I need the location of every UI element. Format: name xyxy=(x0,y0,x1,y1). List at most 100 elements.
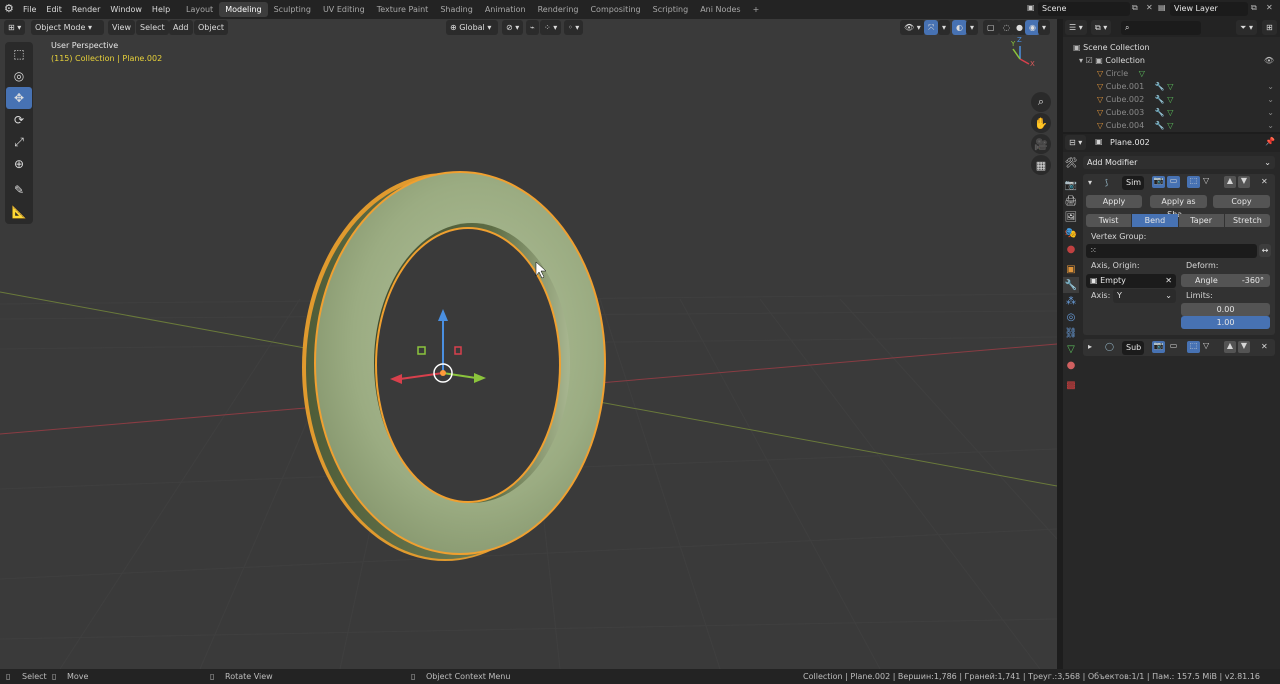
close-icon[interactable]: ✕ xyxy=(1261,177,1268,186)
gizmo-dropdown-icon[interactable]: ▾ xyxy=(938,20,951,35)
proportional-edit-icon[interactable]: ◦ ▾ xyxy=(564,20,584,35)
editor-type-icon[interactable]: ⊞ ▾ xyxy=(4,20,26,35)
filter-icon[interactable]: ⏷ ▾ xyxy=(1236,20,1257,35)
overlay-toggle-icon[interactable]: ◐ xyxy=(952,20,967,35)
render-camera-toggle-icon[interactable]: 📷 xyxy=(1152,176,1165,188)
tab-layout[interactable]: Layout xyxy=(180,2,219,17)
cursor-tool[interactable]: ◎ xyxy=(6,65,32,87)
measure-tool[interactable]: 📐 xyxy=(6,201,32,223)
mode-taper-button[interactable]: Taper xyxy=(1178,214,1224,227)
limit-low-field[interactable]: 0.00 xyxy=(1181,303,1270,316)
outliner-item[interactable]: ▽ Cube.004 🔧 ▽ ⌄ xyxy=(1073,119,1280,132)
world-tab-icon[interactable]: ● xyxy=(1063,241,1079,257)
view-layer-tab-icon[interactable]: 🖼 xyxy=(1063,209,1079,225)
snap-target-icon[interactable]: ⁘ ▾ xyxy=(540,20,562,35)
outliner-item[interactable]: ▽ Cube.002 🔧 ▽ ⌄ xyxy=(1073,93,1280,106)
shading-dropdown-icon[interactable]: ▾ xyxy=(1038,20,1051,35)
new-collection-icon[interactable]: ⊞ xyxy=(1262,20,1277,35)
realtime-display-toggle-icon[interactable]: ▭ xyxy=(1167,341,1180,353)
edit-mode-toggle-icon[interactable]: ⬚ xyxy=(1187,176,1200,188)
axis-x-label[interactable]: X xyxy=(1030,60,1035,68)
view-layer-field[interactable]: View Layer xyxy=(1170,2,1248,16)
realtime-display-toggle-icon[interactable]: ▭ xyxy=(1167,176,1180,188)
outliner-collection[interactable]: ▾ ☑ ▣ Collection 👁 xyxy=(1073,54,1280,67)
gizmo-toggle-icon[interactable]: ⤧ xyxy=(924,20,939,35)
copy-button[interactable]: Copy xyxy=(1213,195,1270,208)
pivot-icon[interactable]: ⊘ ▾ xyxy=(502,20,524,35)
outliner-editor-icon[interactable]: ☰ ▾ xyxy=(1065,20,1087,35)
invert-arrows-icon[interactable]: ↔ xyxy=(1259,244,1271,257)
outliner-search-input[interactable]: ⌕ xyxy=(1121,21,1201,35)
menu-object[interactable]: Object xyxy=(194,20,229,35)
chevron-down-icon[interactable]: ⌄ xyxy=(1267,80,1274,93)
checkbox-icon[interactable]: ☑ xyxy=(1086,56,1096,65)
blender-logo-icon[interactable]: ⚙ xyxy=(4,2,14,15)
view-layer-icon[interactable]: ▤ xyxy=(1158,3,1166,12)
tab-texture-paint[interactable]: Texture Paint xyxy=(371,2,435,17)
tab-compositing[interactable]: Compositing xyxy=(584,2,646,17)
tab-uv-editing[interactable]: UV Editing xyxy=(317,2,371,17)
axis-y-label[interactable]: Y xyxy=(1011,40,1015,48)
render-tab-icon[interactable]: 📷 xyxy=(1063,177,1079,193)
xray-icon[interactable]: ▢ xyxy=(983,20,999,35)
mode-bend-button[interactable]: Bend xyxy=(1132,214,1178,227)
tab-ani-nodes[interactable]: Ani Nodes xyxy=(694,2,746,17)
menu-view[interactable]: View xyxy=(108,20,135,35)
expand-arrow-icon[interactable]: ▸ xyxy=(1088,342,1092,351)
view-layer-close-icon[interactable]: ✕ xyxy=(1266,3,1273,12)
apply-button[interactable]: Apply xyxy=(1086,195,1142,208)
on-cage-toggle-icon[interactable]: ▽ xyxy=(1203,341,1209,350)
menu-window[interactable]: Window xyxy=(105,0,147,19)
limit-high-field[interactable]: 1.00 xyxy=(1181,316,1270,329)
mode-dropdown[interactable]: Object Mode ▾ xyxy=(31,20,104,35)
outliner-item[interactable]: ▽ Cube.001 🔧 ▽ ⌄ xyxy=(1073,80,1280,93)
physics-tab-icon[interactable]: ◎ xyxy=(1063,309,1079,325)
pin-icon[interactable]: 📌 xyxy=(1265,137,1275,146)
add-modifier-dropdown[interactable]: Add Modifier ⌄ xyxy=(1083,156,1275,169)
annotate-tool[interactable]: ✎ xyxy=(6,179,32,201)
tab-shading[interactable]: Shading xyxy=(434,2,479,17)
tab-modeling[interactable]: Modeling xyxy=(219,2,268,17)
transform-tool[interactable]: ⊕ xyxy=(6,153,32,175)
overlay-dropdown-icon[interactable]: ▾ xyxy=(966,20,979,35)
clear-icon[interactable]: ✕ xyxy=(1165,274,1172,288)
origin-object-field[interactable]: ▣ Empty ✕ xyxy=(1086,274,1176,288)
tool-tab-icon[interactable]: 🛠 xyxy=(1063,155,1079,171)
scene-tab-icon[interactable]: 🎭 xyxy=(1063,225,1079,241)
close-icon[interactable]: ✕ xyxy=(1261,342,1268,351)
mesh-data-tab-icon[interactable]: ▽ xyxy=(1063,341,1079,357)
menu-help[interactable]: Help xyxy=(147,0,175,19)
scene-icon[interactable]: ▣ xyxy=(1027,3,1035,12)
outliner-display-mode-icon[interactable]: ⧉ ▾ xyxy=(1091,20,1112,35)
object-tab-icon[interactable]: ▣ xyxy=(1063,261,1079,277)
chevron-down-icon[interactable]: ⌄ xyxy=(1267,119,1274,132)
output-tab-icon[interactable]: 🖨 xyxy=(1063,193,1079,209)
outliner-item[interactable]: ▽ Circle ▽ xyxy=(1073,67,1280,80)
on-cage-toggle-icon[interactable]: ▽ xyxy=(1203,176,1209,185)
chevron-down-icon[interactable]: ⌄ xyxy=(1267,93,1274,106)
tab-sculpting[interactable]: Sculpting xyxy=(268,2,317,17)
move-tool[interactable]: ✥ xyxy=(6,87,32,109)
render-camera-toggle-icon[interactable]: 📷 xyxy=(1152,341,1165,353)
outliner-item[interactable]: ▽ Cube.003 🔧 ▽ ⌄ xyxy=(1073,106,1280,119)
move-down-icon[interactable]: ▼ xyxy=(1238,341,1250,353)
scale-tool[interactable]: ⤢ xyxy=(6,131,32,153)
visibility-icon[interactable]: 👁 ▾ xyxy=(900,20,925,35)
mode-twist-button[interactable]: Twist xyxy=(1086,214,1132,227)
view-layer-copy-icon[interactable]: ⧉ xyxy=(1251,3,1257,13)
modifier-name-field[interactable]: Sim xyxy=(1122,176,1144,190)
scene-close-icon[interactable]: ✕ xyxy=(1146,3,1153,12)
menu-select[interactable]: Select xyxy=(136,20,169,35)
move-up-icon[interactable]: ▲ xyxy=(1224,176,1236,188)
angle-field[interactable]: Angle -360° xyxy=(1181,274,1270,287)
move-down-icon[interactable]: ▼ xyxy=(1238,176,1250,188)
modifier-name-field[interactable]: Sub xyxy=(1122,341,1144,355)
particles-tab-icon[interactable]: ⁂ xyxy=(1063,293,1079,309)
add-workspace-button[interactable]: + xyxy=(747,2,766,17)
rotate-tool[interactable]: ⟳ xyxy=(6,109,32,131)
snap-icon[interactable]: ⌁ xyxy=(526,20,539,35)
zoom-icon[interactable]: ⌕ xyxy=(1031,92,1051,112)
constraints-tab-icon[interactable]: ⛓ xyxy=(1063,325,1079,341)
edit-mode-toggle-icon[interactable]: ⬚ xyxy=(1187,341,1200,353)
menu-file[interactable]: File xyxy=(18,0,41,19)
